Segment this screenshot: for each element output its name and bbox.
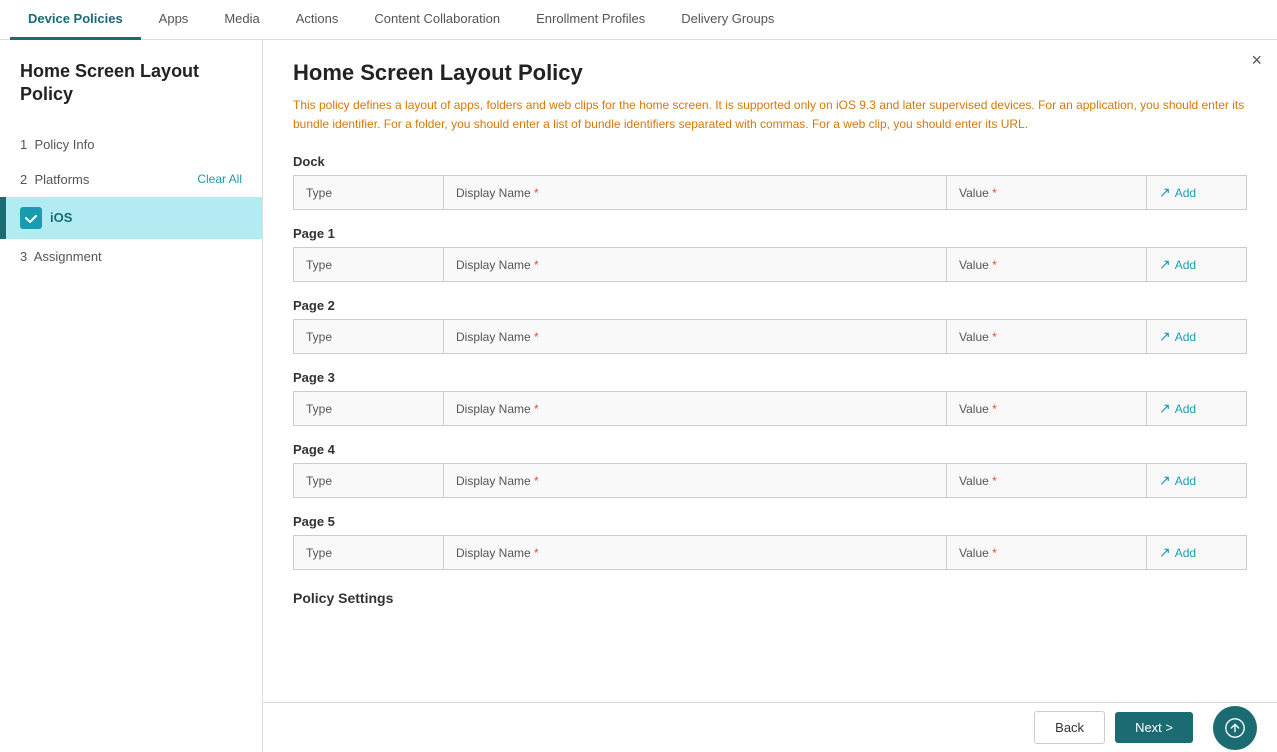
section-page1-label: Page 1 (293, 226, 1247, 241)
footer: Back Next > (263, 702, 1277, 752)
add-link-page2[interactable]: ↗ Add (1159, 328, 1196, 345)
col-display-name-page2: Display Name * (444, 320, 947, 354)
sidebar-item-ios[interactable]: iOS (0, 197, 262, 239)
add-link-page1[interactable]: ↗ Add (1159, 256, 1196, 273)
section-page5: Page 5 Type Display Name * Value * ↗ Add (293, 514, 1247, 570)
sidebar-step-label: 1 Policy Info (20, 137, 242, 152)
tab-delivery-groups[interactable]: Delivery Groups (663, 0, 792, 40)
col-header-add: ↗ Add (1147, 176, 1247, 210)
sidebar-step-platforms[interactable]: 2 Platforms Clear All (0, 162, 262, 197)
col-value-page2: Value * (947, 320, 1147, 354)
ios-label: iOS (50, 210, 72, 225)
section-page4-label: Page 4 (293, 442, 1247, 457)
sidebar-step-assignment[interactable]: 3 Assignment (0, 239, 262, 274)
tab-enrollment-profiles[interactable]: Enrollment Profiles (518, 0, 663, 40)
page2-table: Type Display Name * Value * ↗ Add (293, 319, 1247, 354)
page5-table: Type Display Name * Value * ↗ Add (293, 535, 1247, 570)
add-icon-page1: ↗ (1159, 256, 1171, 273)
col-display-name-page4: Display Name * (444, 464, 947, 498)
section-page3: Page 3 Type Display Name * Value * ↗ Add (293, 370, 1247, 426)
section-dock-label: Dock (293, 154, 1247, 169)
col-display-name-page5: Display Name * (444, 536, 947, 570)
sidebar-step-policy-info[interactable]: 1 Policy Info (0, 127, 262, 162)
col-display-name-page3: Display Name * (444, 392, 947, 426)
col-add-page4: ↗ Add (1147, 464, 1247, 498)
add-icon-dock: ↗ (1159, 184, 1171, 201)
tab-media[interactable]: Media (206, 0, 277, 40)
col-value-page3: Value * (947, 392, 1147, 426)
page3-table: Type Display Name * Value * ↗ Add (293, 391, 1247, 426)
tab-device-policies[interactable]: Device Policies (10, 0, 141, 40)
col-add-page3: ↗ Add (1147, 392, 1247, 426)
col-add-page1: ↗ Add (1147, 248, 1247, 282)
sidebar-policy-title: Home Screen Layout Policy (0, 60, 262, 127)
section-page1: Page 1 Type Display Name * Value * ↗ Add (293, 226, 1247, 282)
add-link-page3[interactable]: ↗ Add (1159, 400, 1196, 417)
col-display-name-page1: Display Name * (444, 248, 947, 282)
col-header-type: Type (294, 176, 444, 210)
col-value-page5: Value * (947, 536, 1147, 570)
section-page3-label: Page 3 (293, 370, 1247, 385)
sidebar-step-label: 3 Assignment (20, 249, 242, 264)
add-link-page4[interactable]: ↗ Add (1159, 472, 1196, 489)
section-page5-label: Page 5 (293, 514, 1247, 529)
main-content: × Home Screen Layout Policy This policy … (263, 40, 1277, 752)
add-icon-page2: ↗ (1159, 328, 1171, 345)
col-type-page4: Type (294, 464, 444, 498)
col-header-display-name: Display Name * (444, 176, 947, 210)
add-icon-page5: ↗ (1159, 544, 1171, 561)
clear-all-button[interactable]: Clear All (197, 172, 242, 186)
ios-check-icon (20, 207, 42, 229)
page1-table: Type Display Name * Value * ↗ Add (293, 247, 1247, 282)
col-value-page1: Value * (947, 248, 1147, 282)
sidebar: Home Screen Layout Policy 1 Policy Info … (0, 40, 263, 752)
close-button[interactable]: × (1251, 50, 1262, 71)
col-type-page1: Type (294, 248, 444, 282)
tab-content-collaboration[interactable]: Content Collaboration (356, 0, 518, 40)
fab-button[interactable] (1213, 706, 1257, 750)
col-type-page2: Type (294, 320, 444, 354)
section-dock: Dock Type Display Name * Value * (293, 154, 1247, 210)
sidebar-step-label: 2 Platforms (20, 172, 197, 187)
dock-table: Type Display Name * Value * ↗ Add (293, 175, 1247, 210)
policy-description: This policy defines a layout of apps, fo… (293, 96, 1247, 134)
tab-actions[interactable]: Actions (278, 0, 357, 40)
page4-table: Type Display Name * Value * ↗ Add (293, 463, 1247, 498)
col-type-page5: Type (294, 536, 444, 570)
section-page4: Page 4 Type Display Name * Value * ↗ Add (293, 442, 1247, 498)
section-page2: Page 2 Type Display Name * Value * ↗ Add (293, 298, 1247, 354)
add-icon-page4: ↗ (1159, 472, 1171, 489)
top-nav: Device Policies Apps Media Actions Conte… (0, 0, 1277, 40)
add-icon-page3: ↗ (1159, 400, 1171, 417)
col-add-page5: ↗ Add (1147, 536, 1247, 570)
tab-apps[interactable]: Apps (141, 0, 207, 40)
col-header-value: Value * (947, 176, 1147, 210)
col-value-page4: Value * (947, 464, 1147, 498)
col-type-page3: Type (294, 392, 444, 426)
add-link-dock[interactable]: ↗ Add (1159, 184, 1196, 201)
add-link-page5[interactable]: ↗ Add (1159, 544, 1196, 561)
next-button[interactable]: Next > (1115, 712, 1193, 743)
back-button[interactable]: Back (1034, 711, 1105, 744)
section-page2-label: Page 2 (293, 298, 1247, 313)
policy-settings-label: Policy Settings (293, 590, 1247, 606)
col-add-page2: ↗ Add (1147, 320, 1247, 354)
policy-title: Home Screen Layout Policy (293, 60, 1247, 86)
